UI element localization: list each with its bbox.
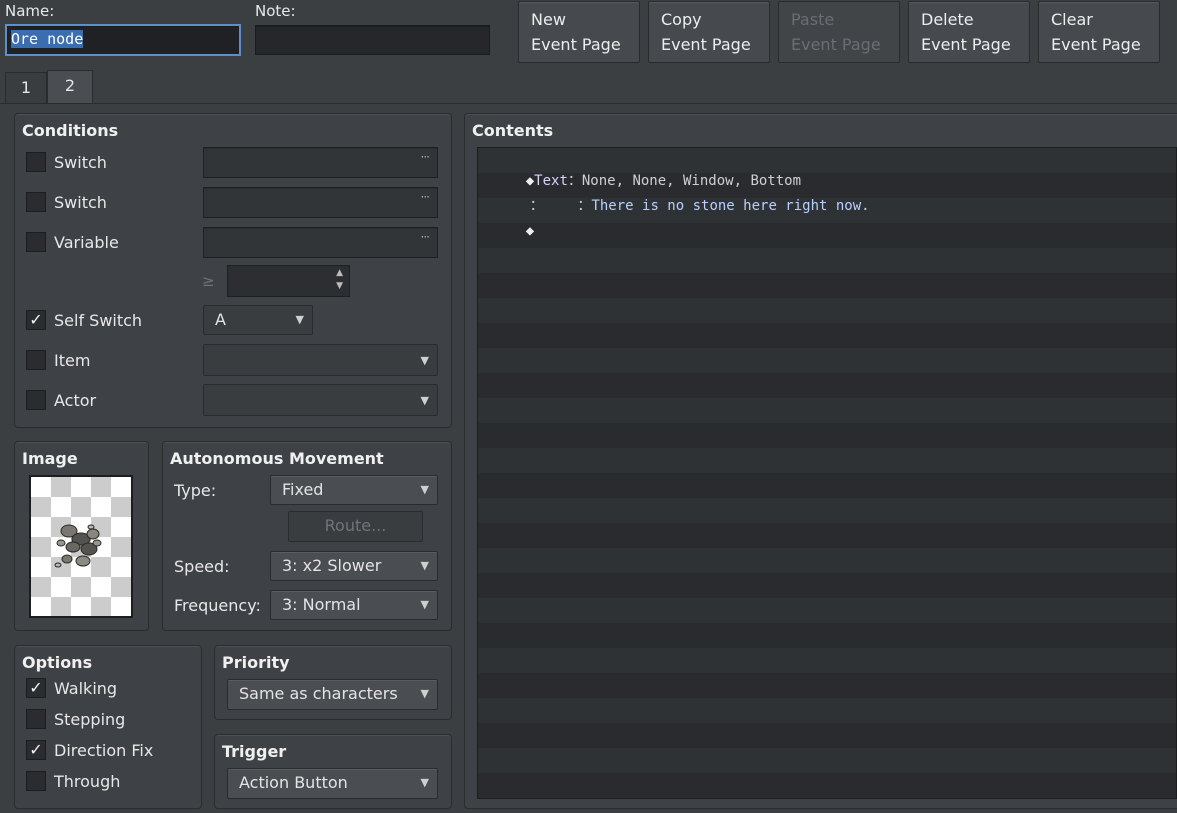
button-label-line1: New	[531, 10, 566, 29]
switch2-label: Switch	[54, 193, 107, 212]
direction-fix-label: Direction Fix	[54, 741, 154, 760]
autonomous-movement-title: Autonomous Movement	[170, 449, 384, 468]
chevron-down-icon: ▼	[420, 483, 429, 496]
variable-field[interactable]: ···	[203, 227, 438, 258]
button-label-line2: Event Page	[921, 35, 1011, 54]
command-separator: ：	[543, 198, 592, 214]
check-icon: ✓	[29, 310, 43, 329]
button-label-line2: Event Page	[661, 35, 751, 54]
item-select[interactable]: ▼	[203, 344, 438, 376]
tab-page-1[interactable]: 1	[5, 72, 47, 104]
chevron-down-icon: ▼	[420, 394, 429, 407]
switch1-field[interactable]: ···	[203, 147, 438, 178]
speed-label: Speed:	[174, 557, 230, 576]
route-button[interactable]: Route...	[288, 511, 423, 542]
button-label-line1: Copy	[661, 10, 702, 29]
actor-label: Actor	[54, 391, 97, 410]
self-switch-checkbox[interactable]: ✓	[26, 310, 46, 330]
chevron-down-icon: ▼	[420, 776, 429, 789]
actor-select[interactable]: ▼	[203, 384, 438, 416]
message-text: There is no stone here right now.	[591, 198, 870, 214]
chevron-down-icon: ▼	[295, 313, 304, 326]
button-label-line1: Clear	[1051, 10, 1093, 29]
paste-event-page-button[interactable]: Paste Event Page	[778, 1, 900, 63]
variable-value-spinner[interactable]: ▲ ▼	[227, 265, 350, 297]
speed-value: 3: x2 Slower	[282, 556, 382, 575]
event-command-list[interactable]: ◆Text：None, None, Window, Bottom ： ：Ther…	[477, 147, 1177, 799]
priority-title: Priority	[222, 653, 290, 672]
chevron-down-icon: ▼	[420, 559, 429, 572]
chevron-down-icon: ▼	[420, 687, 429, 700]
trigger-title: Trigger	[222, 742, 287, 761]
check-icon: ✓	[29, 678, 43, 697]
trigger-select[interactable]: Action Button ▼	[227, 768, 438, 799]
clear-event-page-button[interactable]: Clear Event Page	[1038, 1, 1160, 63]
self-switch-select[interactable]: A ▼	[203, 305, 313, 335]
ore-rocks-icon	[54, 524, 102, 568]
options-title: Options	[22, 653, 93, 672]
through-label: Through	[54, 772, 121, 791]
button-label-line1: Paste	[791, 10, 835, 29]
note-input[interactable]	[255, 25, 490, 55]
ellipsis-icon: ···	[420, 190, 431, 204]
new-event-page-button[interactable]: New Event Page	[518, 1, 640, 63]
trigger-value: Action Button	[239, 773, 348, 792]
check-icon: ✓	[29, 740, 43, 759]
priority-value: Same as characters	[239, 684, 398, 703]
button-label-line2: Event Page	[791, 35, 881, 54]
through-checkbox[interactable]	[26, 771, 46, 791]
tab-divider	[0, 103, 1177, 104]
item-label: Item	[54, 351, 91, 370]
ellipsis-icon: ···	[420, 230, 431, 244]
variable-checkbox[interactable]	[26, 232, 46, 252]
walking-label: Walking	[54, 679, 118, 698]
type-select[interactable]: Fixed ▼	[270, 475, 438, 505]
frequency-label: Frequency:	[174, 596, 261, 615]
chevron-down-icon: ▼	[420, 598, 429, 611]
image-title: Image	[22, 449, 78, 468]
button-label-line2: Event Page	[1051, 35, 1141, 54]
name-value: Ore node	[11, 30, 84, 48]
tab-page-2[interactable]: 2	[47, 70, 93, 104]
copy-event-page-button[interactable]: Copy Event Page	[648, 1, 770, 63]
event-image-preview[interactable]	[29, 475, 133, 618]
switch1-checkbox[interactable]	[26, 152, 46, 172]
stepping-label: Stepping	[54, 710, 126, 729]
walking-checkbox[interactable]: ✓	[26, 678, 46, 698]
frequency-select[interactable]: 3: Normal ▼	[270, 590, 438, 620]
name-label: Name:	[5, 2, 55, 20]
delete-event-page-button[interactable]: Delete Event Page	[908, 1, 1030, 63]
actor-checkbox[interactable]	[26, 390, 46, 410]
self-switch-value: A	[215, 310, 226, 329]
switch2-checkbox[interactable]	[26, 192, 46, 212]
variable-label: Variable	[54, 233, 119, 252]
type-value: Fixed	[282, 480, 324, 499]
contents-title: Contents	[472, 121, 554, 140]
command-line-empty[interactable]: ◆	[492, 201, 534, 261]
switch1-label: Switch	[54, 153, 107, 172]
stepping-checkbox[interactable]	[26, 709, 46, 729]
diamond-icon: ◆	[525, 223, 535, 239]
name-input[interactable]: Ore node	[5, 24, 241, 56]
chevron-down-icon: ▼	[420, 354, 429, 367]
spin-up-icon[interactable]: ▲	[336, 268, 343, 278]
switch2-field[interactable]: ···	[203, 187, 438, 218]
type-label: Type:	[174, 481, 217, 500]
button-label-line2: Event Page	[531, 35, 621, 54]
gte-symbol: ≥	[202, 272, 215, 290]
note-label: Note:	[255, 2, 296, 20]
item-checkbox[interactable]	[26, 350, 46, 370]
speed-select[interactable]: 3: x2 Slower ▼	[270, 551, 438, 581]
ellipsis-icon: ···	[420, 150, 431, 164]
spin-down-icon[interactable]: ▼	[336, 281, 343, 291]
self-switch-label: Self Switch	[54, 311, 143, 330]
command-line[interactable]: ： ：There is no stone here right now.	[496, 176, 870, 236]
priority-select[interactable]: Same as characters ▼	[227, 679, 438, 710]
direction-fix-checkbox[interactable]: ✓	[26, 740, 46, 760]
frequency-value: 3: Normal	[282, 595, 361, 614]
button-label-line1: Delete	[921, 10, 974, 29]
conditions-title: Conditions	[22, 121, 119, 140]
